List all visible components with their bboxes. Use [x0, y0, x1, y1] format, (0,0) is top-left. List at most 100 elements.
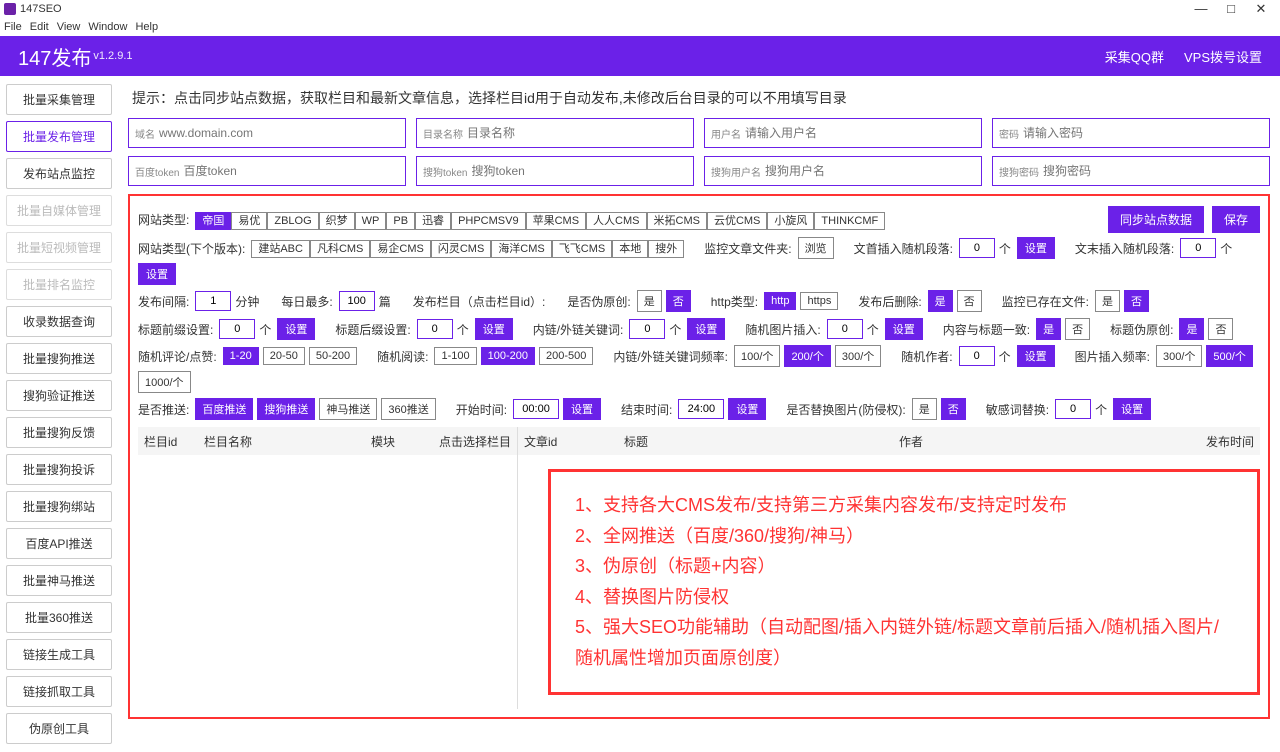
ct-no[interactable]: 否: [1065, 318, 1090, 340]
browse-button[interactable]: 浏览: [798, 237, 834, 259]
end-time-set[interactable]: 设置: [728, 398, 766, 420]
site-type-option[interactable]: 米拓CMS: [647, 212, 707, 230]
head-rand-set[interactable]: 设置: [1017, 237, 1055, 259]
sidebar-item-1[interactable]: 批量发布管理: [6, 121, 112, 152]
sidebar-item-15[interactable]: 链接生成工具: [6, 639, 112, 670]
rand-author-set[interactable]: 设置: [1017, 345, 1055, 367]
site-type-option[interactable]: PHPCMSV9: [451, 212, 526, 230]
text-input[interactable]: [1043, 164, 1263, 178]
save-button[interactable]: 保存: [1212, 206, 1260, 233]
sidebar-item-2[interactable]: 发布站点监控: [6, 158, 112, 189]
site-type-option[interactable]: ZBLOG: [267, 212, 318, 230]
sidebar-item-12[interactable]: 百度API推送: [6, 528, 112, 559]
site-type-option[interactable]: 闪灵CMS: [431, 240, 491, 258]
rand-author-input[interactable]: [959, 346, 995, 366]
site-type-option[interactable]: 飞飞CMS: [552, 240, 612, 258]
watch-yes[interactable]: 是: [1095, 290, 1120, 312]
vps-settings-link[interactable]: VPS拨号设置: [1184, 47, 1262, 66]
rand-img-input[interactable]: [827, 319, 863, 339]
watch-no[interactable]: 否: [1124, 290, 1149, 312]
rand-img-set[interactable]: 设置: [885, 318, 923, 340]
text-input[interactable]: [765, 164, 975, 178]
link-kw-set[interactable]: 设置: [687, 318, 725, 340]
sens-input[interactable]: [1055, 399, 1091, 419]
f-2[interactable]: 300/个: [835, 345, 881, 367]
push-0[interactable]: 百度推送: [195, 398, 253, 420]
site-type-option[interactable]: 易企CMS: [370, 240, 430, 258]
sidebar-item-17[interactable]: 伪原创工具: [6, 713, 112, 744]
head-rand-input[interactable]: [959, 238, 995, 258]
menu-file[interactable]: File: [4, 21, 22, 33]
pseudo-no[interactable]: 否: [666, 290, 691, 312]
sens-set[interactable]: 设置: [1113, 398, 1151, 420]
site-type-option[interactable]: 云优CMS: [707, 212, 767, 230]
title-suf-input[interactable]: [417, 319, 453, 339]
tail-rand-input[interactable]: [1180, 238, 1216, 258]
title-suf-set[interactable]: 设置: [475, 318, 513, 340]
site-type-option[interactable]: PB: [386, 212, 415, 230]
tp-no[interactable]: 否: [1208, 318, 1233, 340]
sidebar-item-6[interactable]: 收录数据查询: [6, 306, 112, 337]
minimize-icon[interactable]: —: [1186, 1, 1216, 17]
sidebar-item-3[interactable]: 批量自媒体管理: [6, 195, 112, 226]
sidebar-item-0[interactable]: 批量采集管理: [6, 84, 112, 115]
start-time-set[interactable]: 设置: [563, 398, 601, 420]
link-kw-input[interactable]: [629, 319, 665, 339]
sidebar-item-11[interactable]: 批量搜狗绑站: [6, 491, 112, 522]
f-1[interactable]: 200/个: [784, 345, 830, 367]
menu-view[interactable]: View: [57, 21, 81, 33]
title-pre-input[interactable]: [219, 319, 255, 339]
http-opt[interactable]: http: [764, 292, 796, 310]
site-type-option[interactable]: 织梦: [319, 212, 355, 230]
qq-group-link[interactable]: 采集QQ群: [1105, 47, 1164, 66]
site-type-option[interactable]: 小旋风: [767, 212, 814, 230]
site-type-option[interactable]: 凡科CMS: [310, 240, 370, 258]
if-0[interactable]: 300/个: [1156, 345, 1202, 367]
site-type-option[interactable]: 本地: [612, 240, 648, 258]
f-0[interactable]: 100/个: [734, 345, 780, 367]
site-type-option[interactable]: 搜外: [648, 240, 684, 258]
r1-2[interactable]: 50-200: [309, 347, 357, 365]
ct-yes[interactable]: 是: [1036, 318, 1061, 340]
if-2[interactable]: 1000/个: [138, 371, 191, 393]
menu-edit[interactable]: Edit: [30, 21, 49, 33]
pseudo-yes[interactable]: 是: [637, 290, 662, 312]
text-input[interactable]: [467, 126, 687, 140]
start-time-input[interactable]: [513, 399, 559, 419]
push-2[interactable]: 神马推送: [319, 398, 377, 420]
ri-yes[interactable]: 是: [912, 398, 937, 420]
ri-no[interactable]: 否: [941, 398, 966, 420]
del-no[interactable]: 否: [957, 290, 982, 312]
site-type-option[interactable]: 苹果CMS: [526, 212, 586, 230]
push-1[interactable]: 搜狗推送: [257, 398, 315, 420]
r2-0[interactable]: 1-100: [434, 347, 476, 365]
end-time-input[interactable]: [678, 399, 724, 419]
if-1[interactable]: 500/个: [1206, 345, 1252, 367]
menu-help[interactable]: Help: [135, 21, 158, 33]
sidebar-item-8[interactable]: 搜狗验证推送: [6, 380, 112, 411]
tp-yes[interactable]: 是: [1179, 318, 1204, 340]
site-type-option[interactable]: 人人CMS: [586, 212, 646, 230]
r2-1[interactable]: 100-200: [481, 347, 535, 365]
push-3[interactable]: 360推送: [381, 398, 435, 420]
tail-rand-set[interactable]: 设置: [138, 263, 176, 285]
text-input[interactable]: [471, 164, 687, 178]
text-input[interactable]: [745, 126, 975, 140]
maximize-icon[interactable]: □: [1216, 1, 1246, 17]
sidebar-item-10[interactable]: 批量搜狗投诉: [6, 454, 112, 485]
sidebar-item-5[interactable]: 批量排名监控: [6, 269, 112, 300]
close-icon[interactable]: ✕: [1246, 1, 1276, 17]
title-pre-set[interactable]: 设置: [277, 318, 315, 340]
r1-1[interactable]: 20-50: [263, 347, 305, 365]
https-opt[interactable]: https: [800, 292, 838, 310]
sidebar-item-9[interactable]: 批量搜狗反馈: [6, 417, 112, 448]
site-type-option[interactable]: THINKCMF: [814, 212, 885, 230]
sidebar-item-13[interactable]: 批量神马推送: [6, 565, 112, 596]
site-type-option[interactable]: 易优: [231, 212, 267, 230]
r2-2[interactable]: 200-500: [539, 347, 593, 365]
r1-0[interactable]: 1-20: [223, 347, 259, 365]
interval-input[interactable]: [195, 291, 231, 311]
sidebar-item-14[interactable]: 批量360推送: [6, 602, 112, 633]
text-input[interactable]: [183, 164, 399, 178]
daily-input[interactable]: [339, 291, 375, 311]
